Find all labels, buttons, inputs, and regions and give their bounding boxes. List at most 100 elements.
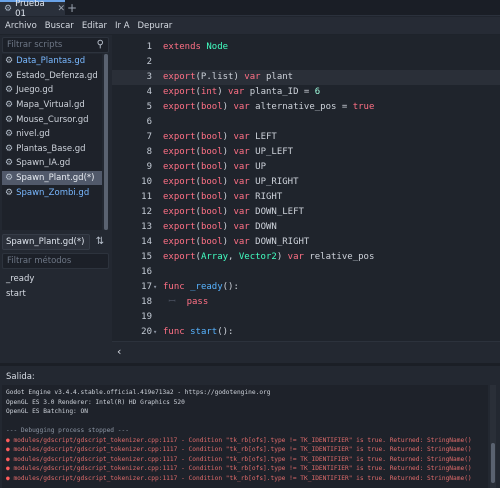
output-log[interactable]: Godot Engine v3.4.4.stable.official.419e… (2, 385, 488, 488)
script-item[interactable]: ⚙ Mapa_Virtual.gd (2, 98, 102, 113)
code-token: var (228, 87, 245, 97)
code-token: pass (186, 297, 209, 307)
code-editor[interactable]: 1 extends Node 2 3 export(P.list) var plant 4… (112, 35, 500, 341)
line-number: 7 (146, 132, 152, 142)
script-item[interactable]: ⚙ Juego.gd (2, 83, 102, 98)
sort-icon[interactable]: ⇅ (93, 235, 107, 249)
menu-buscar[interactable]: Buscar (45, 21, 74, 31)
method-item-start[interactable]: start (2, 287, 109, 302)
code-line[interactable]: 19 (112, 310, 500, 325)
code-token: export (163, 162, 196, 172)
code-token: ) (276, 252, 288, 262)
menu-editar[interactable]: Editar (82, 21, 107, 31)
gear-icon: ⚙ (5, 173, 14, 184)
code-line[interactable]: 13 export(bool) var DOWN (112, 220, 500, 235)
output-line: Godot Engine v3.4.4.stable.official.419e… (2, 388, 488, 398)
code-line[interactable]: 18 ꟷ pass (112, 295, 500, 310)
code-token: planta_ID = (244, 87, 315, 97)
code-line[interactable]: 9 export(bool) var UP (112, 160, 500, 175)
code-line[interactable]: 16 (112, 265, 500, 280)
script-item-label: Spawn_Zombi.gd (16, 187, 90, 198)
close-tab-icon[interactable]: ✕ (57, 4, 65, 14)
script-item-label: Spawn_IA.gd (16, 158, 71, 169)
method-item-ready[interactable]: _ready (2, 272, 109, 287)
output-line-text: --- Debugging process stopped --- (6, 427, 129, 434)
fold-arrow-icon[interactable]: ▾ (153, 325, 157, 340)
output-line-text: modules/gdscript/gdscript_tokenizer.cpp:… (13, 474, 472, 482)
code-line[interactable]: 6 (112, 115, 500, 130)
code-line[interactable]: 15 export(Array, Vector2) var relative_po… (112, 250, 500, 265)
line-number: 11 (141, 192, 152, 202)
line-number: 16 (141, 267, 152, 277)
output-line: OpenGL ES Batching: ON (2, 407, 488, 417)
code-line[interactable]: 3 export(P.list) var plant (112, 70, 500, 85)
script-item-label: Spawn_Plant.gd(*) (16, 173, 95, 184)
scripts-panel: Filtrar scripts ⚲ ⚙ Data_Plantas.gd ⚙ Estad… (0, 35, 112, 363)
code-line[interactable]: 7 export(bool) var LEFT (112, 130, 500, 145)
line-number: 4 (146, 87, 152, 97)
code-token: start (190, 327, 218, 337)
code-text: export(bool) var RIGHT (163, 190, 282, 205)
script-item[interactable]: ⚙ Plantas_Base.gd (2, 142, 102, 157)
code-token: bool (200, 102, 223, 112)
output-scrollbar[interactable] (490, 385, 496, 488)
fold-arrow-icon[interactable]: ▾ (153, 280, 157, 295)
code-line[interactable]: 5 export(bool) var alternative_pos = true (112, 100, 500, 115)
add-tab-button[interactable]: + (65, 1, 79, 15)
script-item-label: Estado_Defenza.gd (16, 70, 98, 81)
code-token: plant (260, 72, 294, 82)
tab-prueba-01[interactable]: ⚙ Prueba 01 ✕ (0, 0, 65, 19)
line-number: 15 (141, 252, 152, 262)
script-item[interactable]: ⚙ Spawn_IA.gd (2, 156, 102, 171)
scene-tab-bar: ⚙ Prueba 01 ✕ + (0, 0, 500, 19)
code-line[interactable]: 1 extends Node (112, 40, 500, 55)
chevron-left-icon[interactable]: ‹ (117, 345, 121, 358)
script-item[interactable]: ⚙ Data_Plantas.gd (2, 54, 102, 69)
script-item[interactable]: ⚙ Mouse_Cursor.gd (2, 112, 102, 127)
code-token: extends (163, 42, 201, 52)
filter-methods-input[interactable]: Filtrar métodos (2, 253, 109, 269)
code-token: (): (222, 282, 239, 292)
code-token: var (233, 102, 250, 112)
menu-depurar[interactable]: Depurar (138, 21, 173, 31)
menu-ir-a[interactable]: Ir A (115, 21, 130, 31)
code-token: var (233, 192, 250, 202)
error-line: ● modules/gdscript/gdscript_tokenizer.cp… (2, 436, 488, 446)
script-item[interactable]: ⚙ Spawn_Plant.gd(*) (2, 170, 102, 186)
code-token: bool (200, 162, 223, 172)
script-list-scrollbar[interactable] (104, 54, 108, 230)
code-line[interactable]: 14 export(bool) var DOWN_RIGHT (112, 235, 500, 250)
code-line[interactable]: 2 (112, 55, 500, 70)
code-text: export(bool) var alternative_pos = true (163, 100, 374, 115)
code-line[interactable]: 4 export(int) var planta_ID = 6 (112, 85, 500, 100)
filter-scripts-input[interactable]: Filtrar scripts ⚲ (2, 37, 109, 53)
code-token: LEFT (249, 132, 277, 142)
output-panel: Salida: Godot Engine v3.4.4.stable.offic… (0, 366, 500, 488)
script-item-label: Juego.gd (16, 85, 54, 96)
code-token: var (233, 207, 250, 217)
code-token: export (163, 222, 196, 232)
script-item[interactable]: ⚙ nivel.gd (2, 127, 102, 142)
line-number: 12 (141, 207, 152, 217)
scrollbar-thumb[interactable] (491, 443, 495, 483)
code-token: bool (200, 237, 223, 247)
script-item[interactable]: ⚙ Estado_Defenza.gd (2, 69, 102, 84)
scrollbar-thumb[interactable] (104, 54, 108, 230)
code-token: Array (200, 252, 229, 262)
code-token: func (163, 282, 185, 292)
code-token: export (163, 147, 196, 157)
error-line: ● modules/gdscript/gdscript_tokenizer.cp… (2, 445, 488, 455)
code-line[interactable]: 17 ▾ func _ready(): (112, 280, 500, 295)
code-token: ) (222, 132, 234, 142)
code-line[interactable]: 8 export(bool) var UP_LEFT (112, 145, 500, 160)
line-number: 18 (141, 297, 152, 307)
code-line[interactable]: 10 export(bool) var UP_RIGHT (112, 175, 500, 190)
code-token: var (233, 132, 250, 142)
code-line[interactable]: 20 ▾ func start(): (112, 325, 500, 340)
script-item[interactable]: ⚙ Spawn_Zombi.gd (2, 185, 102, 200)
code-line[interactable]: 11 export(bool) var RIGHT (112, 190, 500, 205)
menu-archivo[interactable]: Archivo (5, 21, 37, 31)
line-number: 1 (146, 42, 152, 52)
code-line[interactable]: 12 export(bool) var DOWN_LEFT (112, 205, 500, 220)
error-line: ● modules/gdscript/gdscript_tokenizer.cp… (2, 464, 488, 474)
